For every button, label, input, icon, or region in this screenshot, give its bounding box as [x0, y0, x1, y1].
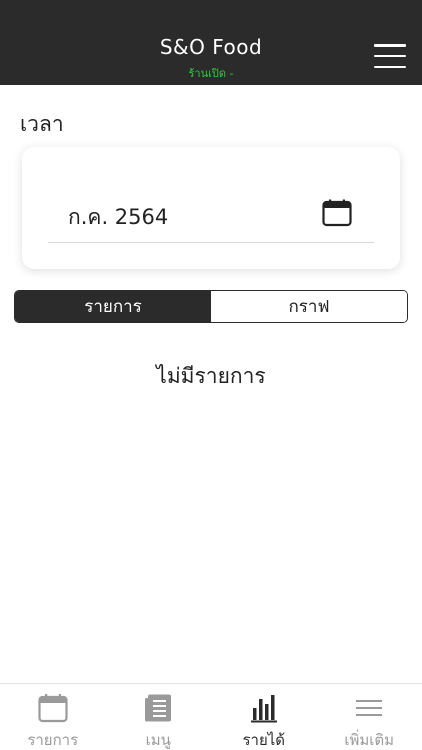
more-lines-icon — [356, 700, 383, 716]
tab-label: เพิ่มเติม — [344, 731, 395, 749]
selected-month: ก.ค. 2564 — [68, 205, 169, 229]
date-card: ก.ค. 2564 — [22, 147, 400, 269]
header-title: S&O Food — [159, 35, 263, 59]
bar-chart-icon — [250, 695, 277, 723]
store-status: ร้านเปิด - — [188, 67, 234, 80]
bottom-tab-bar: รายการ เมนู รายได้ เพิ่มเติม — [0, 683, 422, 750]
tab-label: รายได้ — [242, 731, 286, 749]
tab-orders[interactable]: รายการ — [0, 684, 106, 750]
tab-label: เมนู — [145, 731, 171, 749]
hamburger-menu-button[interactable] — [374, 44, 406, 68]
tab-income[interactable]: รายได้ — [211, 684, 317, 750]
view-toggle: รายการ กราฟ — [14, 290, 408, 323]
app-header: S&O Food ร้านเปิด - — [0, 0, 422, 85]
calendar-icon — [38, 694, 68, 723]
month-picker-field[interactable]: ก.ค. 2564 — [48, 193, 374, 243]
tab-graph-view[interactable]: กราฟ — [211, 291, 407, 322]
hamburger-menu-icon — [374, 44, 406, 47]
time-section-label: เวลา — [20, 112, 64, 136]
tab-menu[interactable]: เมนู — [106, 684, 212, 750]
tab-more[interactable]: เพิ่มเติม — [317, 684, 422, 750]
tab-label: รายการ — [27, 731, 79, 749]
calendar-icon[interactable] — [322, 199, 352, 227]
tab-list-view[interactable]: รายการ — [15, 291, 211, 322]
document-list-icon — [145, 694, 172, 722]
empty-state-message: ไม่มีรายการ — [156, 364, 266, 388]
